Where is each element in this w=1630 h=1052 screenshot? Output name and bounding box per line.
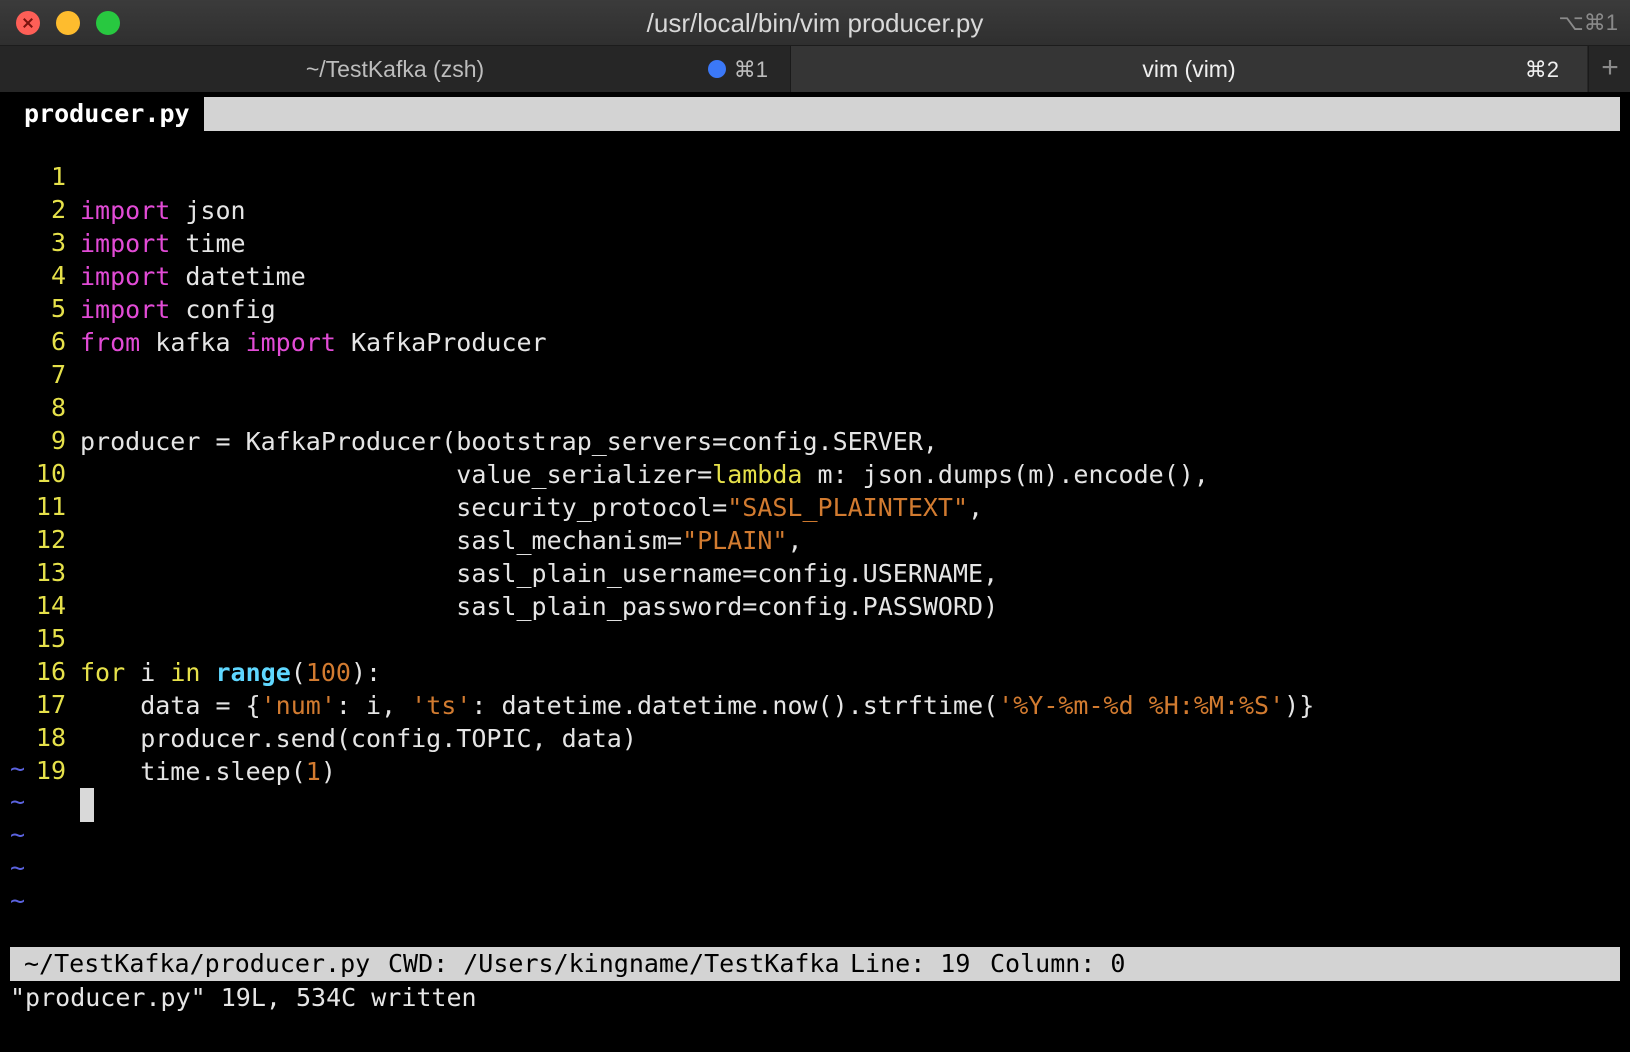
code-line: 7	[0, 324, 1630, 389]
status-cwd: CWD: /Users/kingname/TestKafka	[388, 949, 840, 978]
code-line: 2 import time	[0, 159, 1630, 258]
code-line: 8 producer = KafkaProducer(bootstrap_ser…	[0, 357, 1630, 456]
code-line: 3 import datetime	[0, 192, 1630, 291]
status-file-path: ~/TestKafka/producer.py	[24, 949, 371, 978]
status-column: Column: 0	[990, 949, 1126, 978]
window-title: /usr/local/bin/vim producer.py	[646, 8, 984, 38]
code-line: 1 import json	[0, 126, 1630, 225]
tab-label: vim (vim)	[1142, 56, 1236, 82]
tab-bar: ~/TestKafka (zsh) ⌘1 vim (vim) ⌘2 +	[0, 46, 1630, 92]
code-line: 14	[0, 555, 1630, 620]
code-text: time.sleep(1)	[80, 755, 336, 789]
command-message: "producer.py" 19L, 534C written	[10, 983, 477, 1012]
tab-vim[interactable]: vim (vim) ⌘2	[791, 46, 1587, 92]
code-line: 16 data = {'num': i, 'ts': datetime.date…	[0, 621, 1630, 720]
code-line: 6	[0, 291, 1630, 356]
status-line: ~/TestKafka/producer.py CWD: /Users/king…	[10, 947, 1620, 981]
code-token: time.sleep(	[80, 757, 306, 786]
code-line: 10 security_protocol="SASL_PLAINTEXT",	[0, 423, 1630, 522]
vim-editor[interactable]: producer.py 1 import json 2 import time …	[0, 92, 1630, 1052]
code-line: 12 sasl_plain_username=config.USERNAME,	[0, 489, 1630, 588]
tab-shortcut: ⌘1	[733, 57, 768, 82]
empty-line-tilde: ~	[10, 820, 26, 849]
empty-line-tilde: ~	[10, 853, 26, 882]
status-line-number: Line: 19	[850, 949, 971, 978]
empty-line-tilde: ~	[10, 787, 26, 816]
empty-line-tilde: ~	[10, 754, 26, 783]
code-line: 17 producer.send(config.TOPIC, data)	[0, 654, 1630, 753]
code-line: 18 time.sleep(1)	[0, 687, 1630, 786]
code-line: 5 from kafka import KafkaProducer	[0, 258, 1630, 357]
tab-shortcut: ⌘2	[1524, 57, 1559, 82]
number-literal: 1	[305, 757, 321, 786]
terminal-window: /usr/local/bin/vim producer.py ⌥⌘1 ~/Tes…	[0, 0, 1630, 1052]
new-tab-button[interactable]: +	[1588, 46, 1630, 92]
code-line: 13 sasl_plain_password=config.PASSWORD)	[0, 522, 1630, 621]
code-line: 15 for i in range(100):	[0, 588, 1630, 687]
tab-label: ~/TestKafka (zsh)	[305, 56, 485, 82]
empty-line-tilde: ~	[10, 886, 26, 915]
code-line: 11 sasl_mechanism="PLAIN",	[0, 456, 1630, 555]
window-shortcut: ⌥⌘1	[1558, 10, 1618, 35]
code-line: 4 import config	[0, 225, 1630, 324]
title-bar: /usr/local/bin/vim producer.py ⌥⌘1	[0, 0, 1630, 46]
code-token: )	[320, 757, 336, 786]
text-cursor	[80, 788, 94, 822]
activity-dot-icon	[708, 60, 726, 78]
code-line: 19	[0, 720, 1630, 822]
code-line: 9 value_serializer=lambda m: json.dumps(…	[0, 390, 1630, 489]
tab-zsh[interactable]: ~/TestKafka (zsh) ⌘1	[0, 46, 791, 92]
